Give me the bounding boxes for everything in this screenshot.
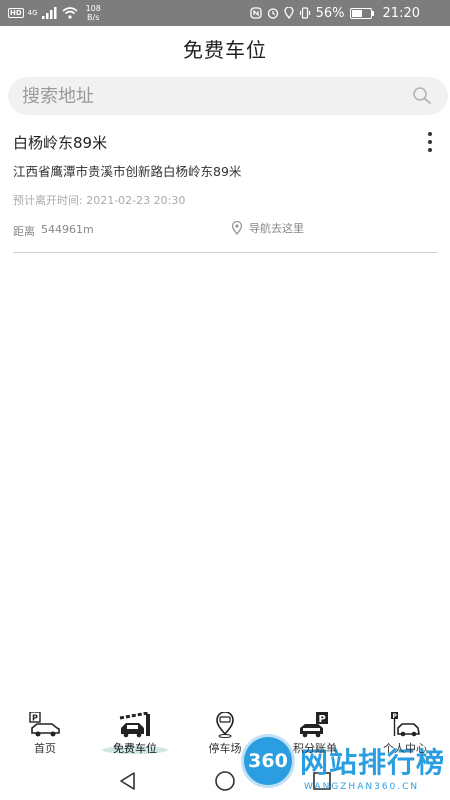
network-type: 4G xyxy=(27,9,38,17)
watermark-logo: 360 xyxy=(244,737,292,785)
signal-icon xyxy=(41,7,57,19)
vibrate-icon xyxy=(299,7,310,19)
network-speed: 108 B/s xyxy=(85,4,101,22)
battery-icon xyxy=(349,7,374,19)
search-bar xyxy=(8,77,448,115)
svg-text:P: P xyxy=(32,714,38,723)
spot-address: 江西省鹰潭市贵溪市创新路白杨岭东89米 xyxy=(13,164,242,179)
location-icon xyxy=(283,7,294,19)
page-title: 免费车位 xyxy=(183,37,267,62)
hd-badge: HD xyxy=(8,8,24,18)
back-icon[interactable] xyxy=(117,770,139,792)
car-parking-icon: P xyxy=(29,712,60,737)
battery-percent: 56% xyxy=(315,5,345,21)
bottom-nav: P 首页 免费车位 停车场 P 积分账单 P 个人中心 xyxy=(0,706,450,760)
search-icon[interactable] xyxy=(412,86,432,106)
search-input[interactable] xyxy=(20,84,412,108)
svg-text:P: P xyxy=(319,714,326,725)
wifi-icon xyxy=(62,7,78,19)
clock: 21:20 xyxy=(382,5,420,21)
spot-name: 白杨岭东89米 xyxy=(13,134,108,152)
home-icon[interactable] xyxy=(214,770,236,792)
tab-home[interactable]: P 首页 xyxy=(0,706,90,760)
navigate-button[interactable]: 导航去这里 xyxy=(231,220,304,236)
svg-text:P: P xyxy=(393,713,398,720)
map-pin-icon xyxy=(231,221,243,235)
more-menu-icon[interactable] xyxy=(423,132,437,152)
spot-eta: 预计离开时间: 2021-02-23 20:30 xyxy=(13,194,186,207)
alarm-icon xyxy=(267,8,278,19)
list-item[interactable]: 白杨岭东89米 江西省鹰潭市贵溪市创新路白杨岭东89米 预计离开时间: 2021… xyxy=(13,128,437,253)
tab-free-parking[interactable]: 免费车位 xyxy=(90,706,180,760)
status-bar: HD 4G 108 B/s 56% 21:20 xyxy=(0,0,450,26)
car-barrier-icon xyxy=(119,712,150,738)
parking-pin-icon xyxy=(216,712,234,738)
nfc-icon xyxy=(249,7,262,19)
watermark-subtext: WANGZHAN360.CN xyxy=(304,782,420,792)
spot-distance: 距离 544961m xyxy=(13,223,94,238)
